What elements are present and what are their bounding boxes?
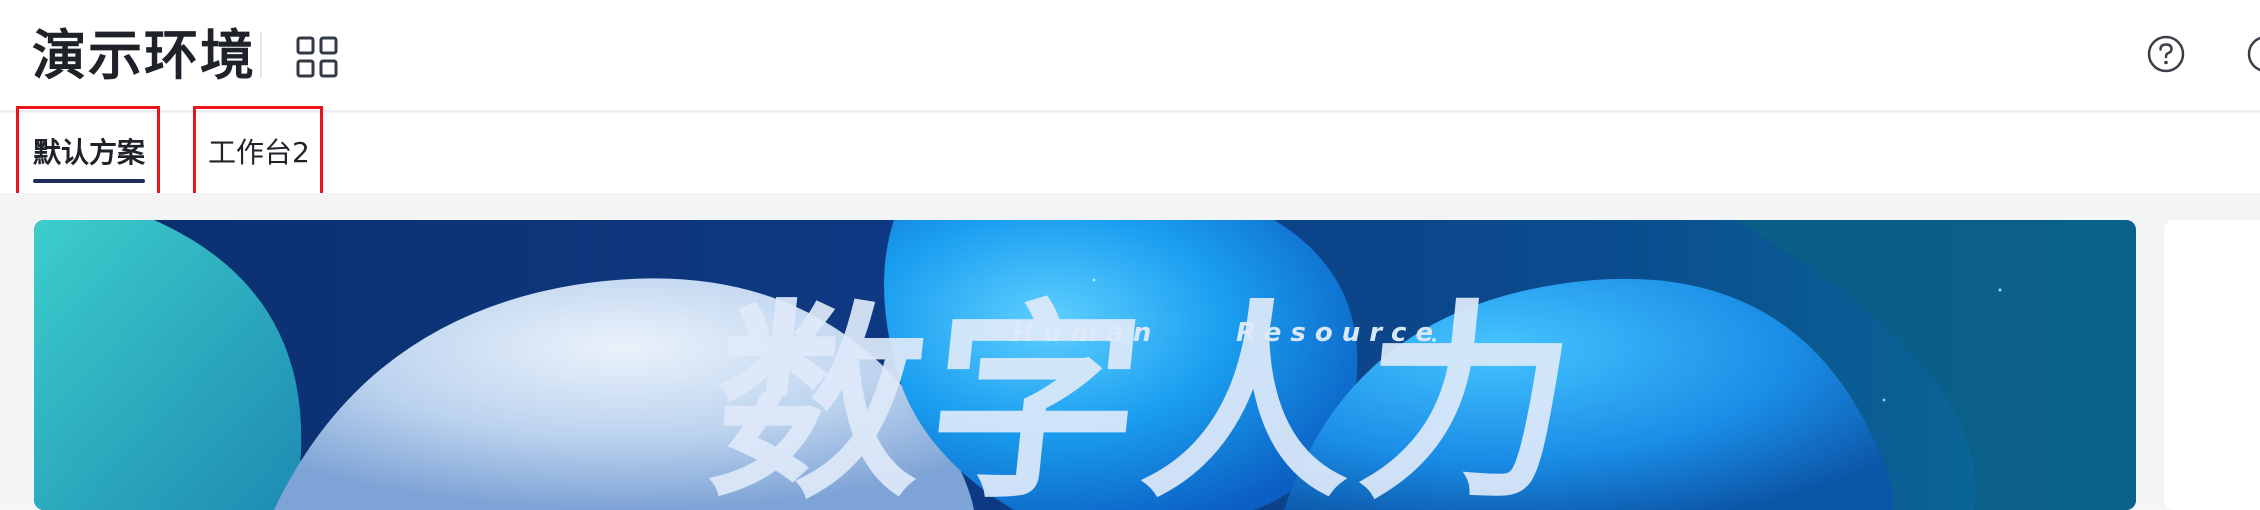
- tab-workbench-2-label: 工作台2: [208, 136, 310, 169]
- side-card: [2164, 220, 2260, 510]
- app-title: 演示环境: [32, 24, 256, 87]
- tab-default-plan-label: 默认方案: [33, 136, 146, 169]
- header-divider: [260, 32, 262, 78]
- grid-apps-icon[interactable]: [296, 36, 338, 78]
- banner-headline: 数字人力: [701, 282, 1591, 510]
- hero-banner[interactable]: Human Resource 数字人力: [34, 220, 2136, 510]
- partial-circle-icon[interactable]: [2246, 34, 2260, 74]
- help-circle-icon[interactable]: [2146, 34, 2186, 74]
- tab-workbench-2[interactable]: 工作台2: [208, 113, 310, 193]
- tab-default-plan[interactable]: 默认方案: [33, 113, 146, 193]
- workspace-tab-bar: 默认方案 工作台2: [0, 113, 2260, 193]
- active-tab-underline: [33, 179, 146, 183]
- top-bar: 演示环境: [0, 0, 2260, 112]
